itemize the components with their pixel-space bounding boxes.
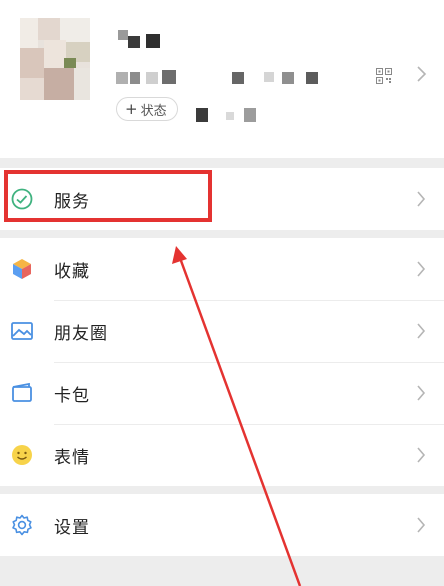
qr-code-icon[interactable] [376, 68, 392, 84]
highlight-box [4, 170, 212, 222]
menu-item-settings[interactable]: 设置 [0, 494, 444, 556]
menu-item-label: 设置 [54, 517, 90, 538]
settings-group: 设置 [0, 494, 444, 556]
menu-item-label: 表情 [54, 447, 90, 468]
chevron-right-icon [417, 517, 426, 533]
chevron-right-icon [417, 323, 426, 339]
status-button[interactable]: + 状态 [116, 97, 178, 121]
settings-gear-icon [12, 514, 32, 536]
moments-image-icon [11, 322, 33, 340]
chevron-right-icon [417, 385, 426, 401]
main-menu-group: 收藏 朋友圈 卡包 表情 [0, 238, 444, 486]
favorites-cube-icon [13, 259, 31, 279]
username-pixelated [118, 24, 160, 50]
menu-item-moments[interactable]: 朋友圈 [0, 300, 444, 362]
menu-item-label: 收藏 [54, 261, 90, 282]
chevron-right-icon [417, 261, 426, 277]
sticker-smiley-icon [12, 445, 32, 465]
menu-item-cards[interactable]: 卡包 [0, 362, 444, 424]
avatar[interactable] [20, 18, 90, 100]
menu-item-label: 卡包 [54, 385, 90, 406]
chevron-right-icon [417, 191, 426, 207]
wechat-id-pixelated [116, 68, 326, 86]
status-label: 状态 [140, 103, 167, 119]
card-wallet-icon [12, 382, 32, 402]
chevron-right-icon[interactable] [414, 64, 428, 84]
menu-item-favorites[interactable]: 收藏 [0, 238, 444, 300]
chevron-right-icon [417, 447, 426, 463]
status-pixelated [182, 104, 272, 124]
menu-item-stickers[interactable]: 表情 [0, 424, 444, 486]
plus-icon: + [125, 100, 138, 118]
profile-header[interactable]: + 状态 [0, 0, 444, 158]
menu-item-label: 朋友圈 [54, 323, 108, 344]
